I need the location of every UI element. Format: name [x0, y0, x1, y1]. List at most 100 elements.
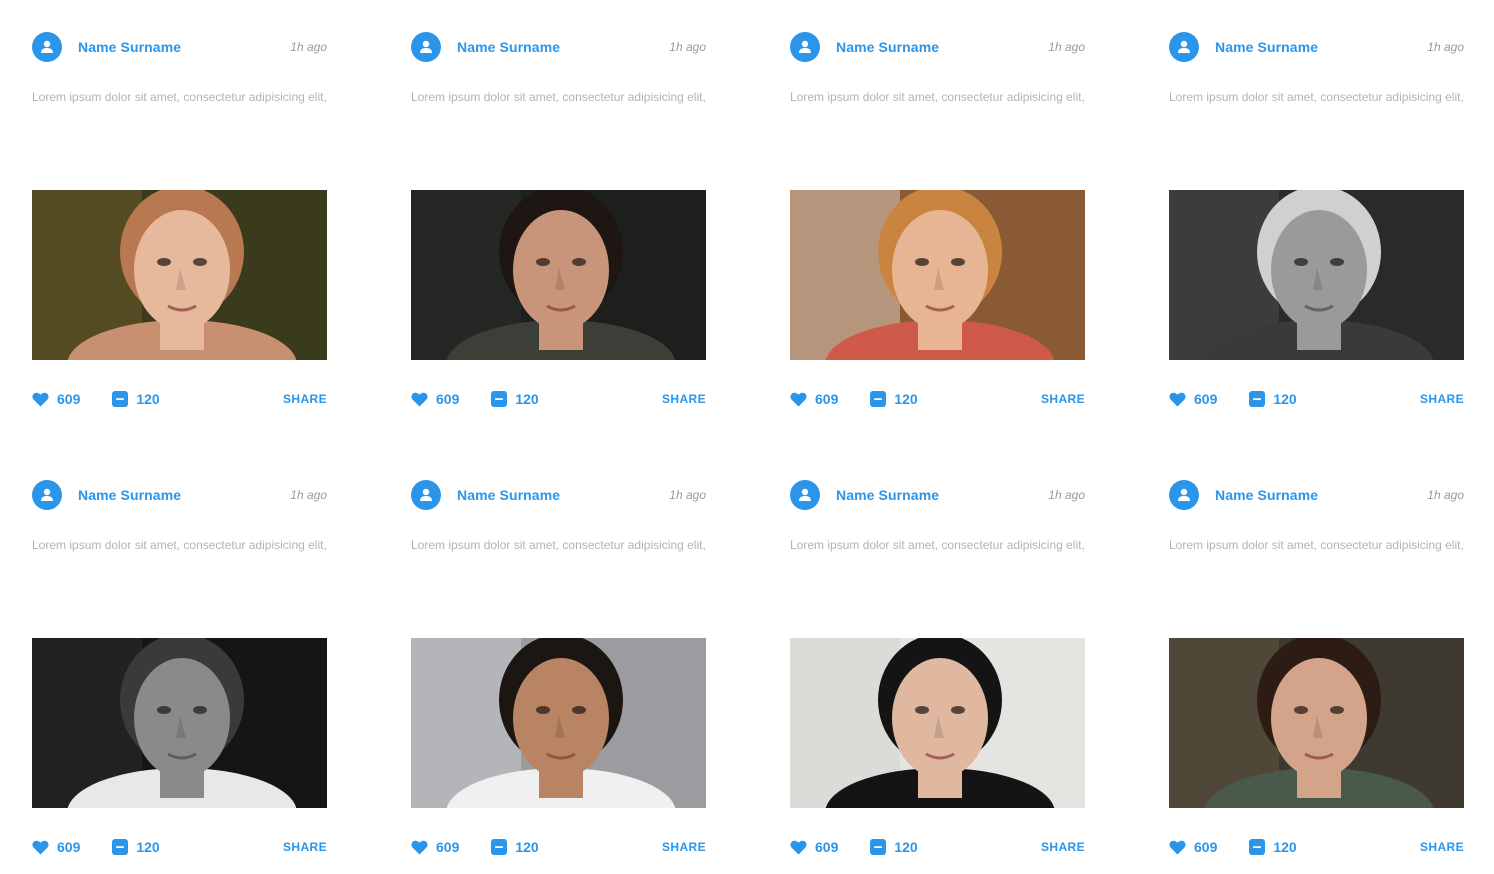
post-photo[interactable]: [32, 190, 327, 360]
like-button[interactable]: 609: [411, 391, 459, 407]
post-timestamp: 1h ago: [1427, 488, 1464, 502]
like-button[interactable]: 609: [32, 839, 80, 855]
comment-count: 120: [894, 391, 918, 407]
comment-button[interactable]: 120: [1249, 391, 1297, 407]
comment-button[interactable]: 120: [870, 391, 918, 407]
post-photo[interactable]: [1169, 638, 1464, 808]
share-button[interactable]: SHARE: [662, 840, 706, 854]
avatar[interactable]: [32, 480, 62, 510]
post-card: Name Surname 1h ago Lorem ipsum dolor si…: [790, 480, 1085, 860]
comment-button[interactable]: 120: [491, 839, 539, 855]
like-button[interactable]: 609: [32, 391, 80, 407]
post-photo[interactable]: [411, 638, 706, 808]
comment-button[interactable]: 120: [491, 391, 539, 407]
post-photo[interactable]: [411, 190, 706, 360]
portrait-image: [411, 190, 706, 360]
avatar[interactable]: [1169, 32, 1199, 62]
post-text-before: Lorem ipsum dolor sit amet, consectetur …: [790, 538, 1085, 552]
like-button[interactable]: 609: [411, 839, 459, 855]
post-photo[interactable]: [790, 190, 1085, 360]
author-name[interactable]: Name Surname: [1215, 39, 1318, 55]
like-count: 609: [436, 391, 460, 407]
comment-icon: [1249, 839, 1266, 855]
post-footer: 609 120 SHARE: [790, 836, 1085, 858]
post-header: Name Surname 1h ago: [790, 480, 1085, 510]
avatar[interactable]: [411, 480, 441, 510]
author-name[interactable]: Name Surname: [836, 487, 939, 503]
avatar[interactable]: [1169, 480, 1199, 510]
post-photo[interactable]: [32, 638, 327, 808]
heart-icon: [32, 392, 49, 406]
post-text: Lorem ipsum dolor sit amet, consectetur …: [1169, 86, 1464, 152]
post-footer: 609 120 SHARE: [32, 836, 327, 858]
comment-button[interactable]: 120: [870, 839, 918, 855]
share-button[interactable]: SHARE: [1420, 392, 1464, 406]
avatar[interactable]: [790, 32, 820, 62]
comment-button[interactable]: 120: [1249, 839, 1297, 855]
heart-icon: [32, 840, 49, 854]
post-grid: Name Surname 1h ago Lorem ipsum dolor si…: [32, 32, 1464, 860]
avatar[interactable]: [411, 32, 441, 62]
comment-icon: [1249, 391, 1266, 407]
post-text: Lorem ipsum dolor sit amet, consectetur …: [411, 86, 706, 152]
comment-icon: [870, 391, 887, 407]
post-photo[interactable]: [1169, 190, 1464, 360]
post-timestamp: 1h ago: [1048, 488, 1085, 502]
share-button[interactable]: SHARE: [1041, 392, 1085, 406]
post-text-before: Lorem ipsum dolor sit amet, consectetur …: [790, 90, 1085, 104]
post-text-before: Lorem ipsum dolor sit amet, consectetur …: [411, 538, 706, 552]
post-card: Name Surname 1h ago Lorem ipsum dolor si…: [32, 32, 327, 412]
share-button[interactable]: SHARE: [283, 840, 327, 854]
user-icon: [799, 488, 811, 501]
comment-icon: [112, 391, 129, 407]
post-card: Name Surname 1h ago Lorem ipsum dolor si…: [1169, 480, 1464, 860]
share-button[interactable]: SHARE: [1041, 840, 1085, 854]
author-name[interactable]: Name Surname: [78, 39, 181, 55]
like-button[interactable]: 609: [1169, 391, 1217, 407]
share-button[interactable]: SHARE: [283, 392, 327, 406]
comment-count: 120: [1273, 391, 1297, 407]
share-button[interactable]: SHARE: [1420, 840, 1464, 854]
post-footer: 609 120 SHARE: [32, 388, 327, 410]
post-header: Name Surname 1h ago: [790, 32, 1085, 62]
post-text-before: Lorem ipsum dolor sit amet, consectetur …: [1169, 90, 1464, 104]
post-header: Name Surname 1h ago: [1169, 32, 1464, 62]
post-footer: 609 120 SHARE: [411, 836, 706, 858]
heart-icon: [790, 840, 807, 854]
avatar[interactable]: [790, 480, 820, 510]
user-icon: [1178, 40, 1190, 53]
like-count: 609: [57, 391, 81, 407]
share-button[interactable]: SHARE: [662, 392, 706, 406]
post-card: Name Surname 1h ago Lorem ipsum dolor si…: [411, 32, 706, 412]
like-button[interactable]: 609: [790, 839, 838, 855]
comment-count: 120: [894, 839, 918, 855]
heart-icon: [411, 392, 428, 406]
portrait-image: [790, 638, 1085, 808]
comment-button[interactable]: 120: [112, 839, 160, 855]
post-photo[interactable]: [790, 638, 1085, 808]
like-button[interactable]: 609: [1169, 839, 1217, 855]
like-button[interactable]: 609: [790, 391, 838, 407]
comment-icon: [112, 839, 129, 855]
portrait-image: [1169, 638, 1464, 808]
author-name[interactable]: Name Surname: [836, 39, 939, 55]
post-header: Name Surname 1h ago: [411, 480, 706, 510]
comment-icon: [870, 839, 887, 855]
portrait-image: [411, 638, 706, 808]
author-name[interactable]: Name Surname: [457, 39, 560, 55]
heart-icon: [1169, 392, 1186, 406]
comment-count: 120: [136, 839, 160, 855]
avatar[interactable]: [32, 32, 62, 62]
post-text-before: Lorem ipsum dolor sit amet, consectetur …: [411, 90, 706, 104]
post-text: Lorem ipsum dolor sit amet, consectetur …: [411, 534, 706, 600]
post-footer: 609 120 SHARE: [411, 388, 706, 410]
comment-button[interactable]: 120: [112, 391, 160, 407]
post-timestamp: 1h ago: [1427, 40, 1464, 54]
comment-count: 120: [136, 391, 160, 407]
post-text: Lorem ipsum dolor sit amet, consectetur …: [32, 534, 327, 600]
author-name[interactable]: Name Surname: [78, 487, 181, 503]
author-name[interactable]: Name Surname: [457, 487, 560, 503]
user-icon: [420, 40, 432, 53]
user-icon: [420, 488, 432, 501]
author-name[interactable]: Name Surname: [1215, 487, 1318, 503]
